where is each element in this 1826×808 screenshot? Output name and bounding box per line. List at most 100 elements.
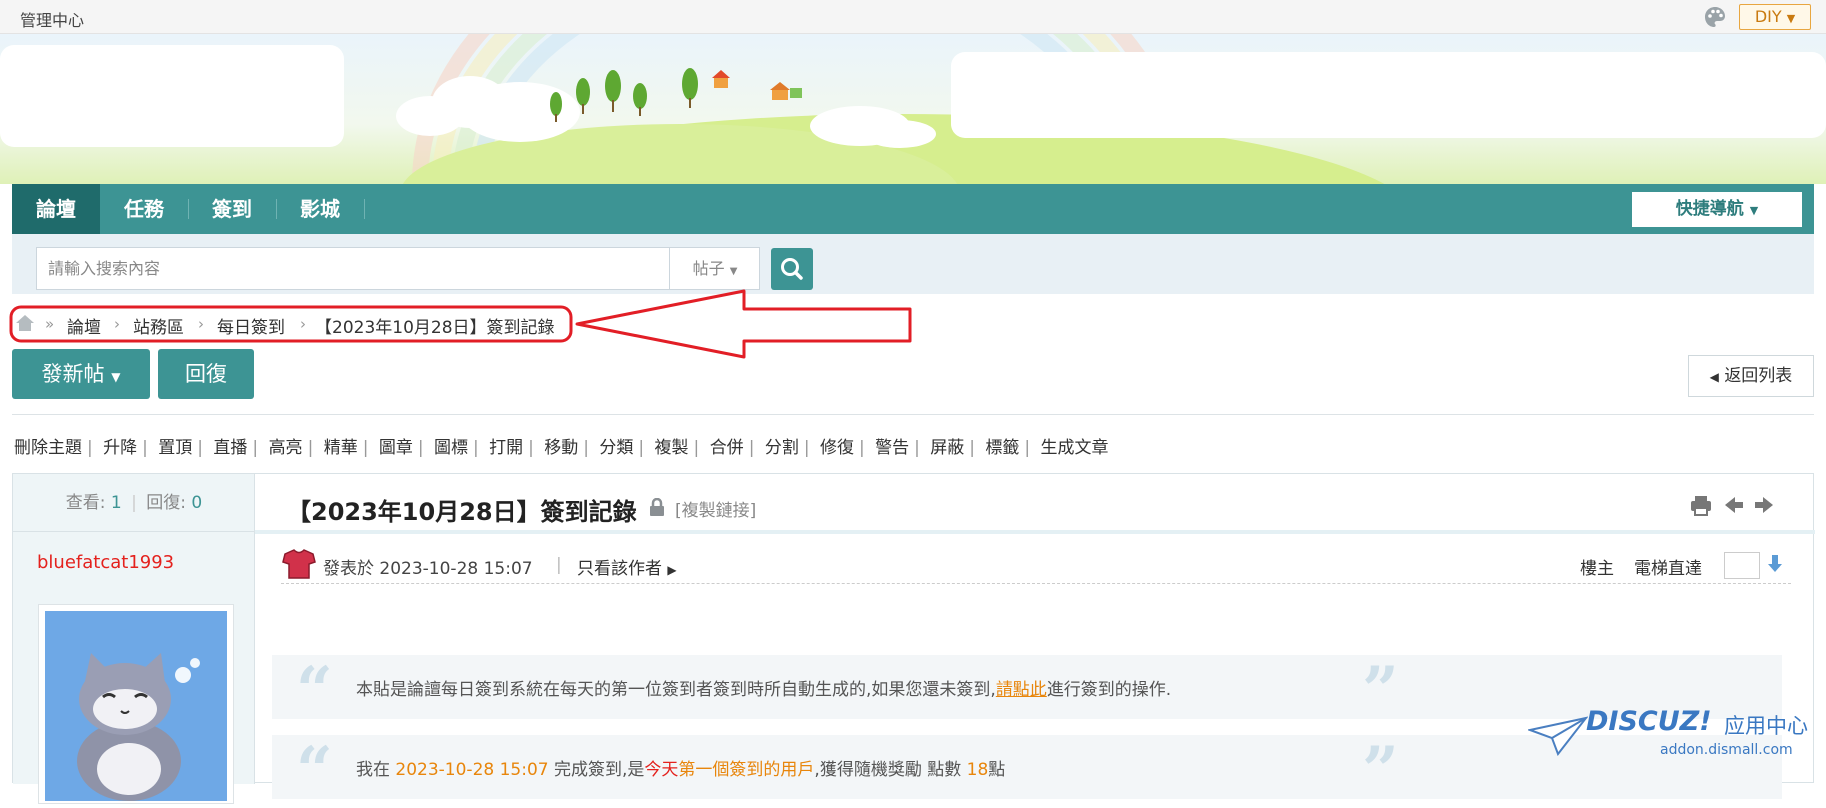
checkin-time: 2023-10-28 15:07 (395, 760, 549, 780)
breadcrumb-separator-icon: » (45, 315, 55, 333)
only-author-link[interactable]: 只看該作者 ▶ (577, 554, 677, 579)
search-type-label: 帖子 (692, 259, 725, 278)
today-text: 今天 (644, 760, 679, 780)
avatar[interactable] (38, 604, 234, 804)
floor-label: 樓主 (1580, 559, 1614, 579)
search-button[interactable] (771, 248, 813, 290)
mod-action-move[interactable]: 移動 (544, 433, 578, 458)
mod-action-generate-article[interactable]: 生成文章 (1041, 433, 1109, 458)
mod-separator: | (472, 438, 479, 458)
search-input[interactable] (37, 248, 667, 289)
nav-item-cinema[interactable]: 影城 (276, 184, 364, 234)
mod-action-tag[interactable]: 標籤 (985, 433, 1019, 458)
mod-action-split[interactable]: 分割 (765, 433, 799, 458)
mod-action-open[interactable]: 打開 (489, 433, 523, 458)
mod-action-repair[interactable]: 修復 (820, 433, 854, 458)
nav-item-label: 影城 (300, 197, 340, 221)
caret-down-icon: ▼ (729, 266, 738, 277)
breadcrumb-forum[interactable]: 論壇 (67, 313, 101, 338)
breadcrumb-site-affairs[interactable]: 站務區 (133, 313, 184, 338)
mod-action-icon[interactable]: 圖標 (434, 433, 468, 458)
mod-separator: | (362, 438, 369, 458)
admin-center-link[interactable]: 管理中心 (20, 7, 84, 31)
mod-separator: | (748, 438, 755, 458)
home-icon[interactable] (15, 314, 35, 332)
mod-action-stamp[interactable]: 圖章 (379, 433, 413, 458)
nav-item-checkin[interactable]: 簽到 (188, 184, 276, 234)
checkin-record-text: 我在 2023-10-28 15:07 完成簽到,是今天第一個簽到的用戶,獲得隨… (356, 755, 1005, 780)
close-quote-icon: ” (1362, 653, 1399, 728)
title-divider (255, 530, 1815, 534)
nav-separator (364, 199, 365, 219)
author-username[interactable]: bluefatcat1993 (37, 552, 174, 573)
post-meta: 發表於 2023-10-28 15:07 | 只看該作者 ▶ 樓主 電梯直達 (281, 548, 1791, 584)
nav-item-forum[interactable]: 論壇 (12, 184, 100, 234)
breadcrumb-separator-icon: › (300, 315, 306, 333)
mod-separator: | (969, 438, 975, 458)
caret-down-icon: ▼ (111, 370, 121, 384)
reply-label: 回復 (185, 362, 227, 386)
search-box: 帖子 ▼ (36, 247, 760, 290)
mod-action-delete[interactable]: 刪除主題 (14, 433, 82, 458)
caret-right-icon: ▶ (667, 563, 677, 577)
top-bar: 管理中心 DIY ▼ (0, 0, 1826, 34)
nav-item-label: 簽到 (212, 197, 252, 221)
caret-down-icon: ▼ (1749, 204, 1759, 217)
new-post-label: 發新帖 (41, 362, 105, 386)
shirt-icon (282, 549, 316, 579)
mod-separator: | (638, 438, 645, 458)
mod-action-category[interactable]: 分類 (599, 433, 633, 458)
mod-action-ban[interactable]: 屏蔽 (930, 433, 964, 458)
author-sidebar: 查看: 1 | 回復: 0 bluefatcat1993 (13, 474, 255, 804)
new-post-button[interactable]: 發新帖 ▼ (12, 349, 150, 399)
diy-button[interactable]: DIY ▼ (1739, 4, 1811, 30)
points-unit: 點 (988, 760, 1006, 780)
mod-action-warn[interactable]: 警告 (875, 433, 909, 458)
elevator-label: 電梯直達 (1634, 559, 1702, 579)
mod-separator: | (693, 438, 700, 458)
mod-separator: | (583, 438, 589, 458)
notice-text: 本貼是論譠每日簽到系統在每天的第一位簽到者簽到時所自動生成的,如果您還未簽到, (356, 680, 996, 700)
arrow-down-icon[interactable] (1767, 554, 1783, 574)
reply-button[interactable]: 回復 (158, 349, 254, 399)
search-type-select[interactable]: 帖子 ▼ (669, 248, 760, 289)
breadcrumb-daily-checkin[interactable]: 每日簽到 (217, 313, 285, 338)
checkin-notice-text: 本貼是論譠每日簽到系統在每天的第一位簽到者簽到時所自動生成的,如果您還未簽到,請… (356, 675, 1171, 700)
mod-action-live[interactable]: 直播 (213, 433, 247, 458)
click-here-link[interactable]: 請點此 (996, 680, 1047, 700)
mod-action-merge[interactable]: 合併 (710, 433, 744, 458)
elevator-input[interactable] (1724, 552, 1760, 579)
search-bar: 帖子 ▼ (12, 234, 1814, 294)
open-quote-icon: “ (296, 733, 333, 808)
breadcrumb-current-thread[interactable]: 【2023年10月28日】簽到記錄 (315, 313, 555, 338)
nav-item-tasks[interactable]: 任務 (100, 184, 188, 234)
watermark-brand-cn: 应用中心 (1724, 714, 1808, 738)
watermark-site: addon.dismall.com (1660, 742, 1793, 758)
mod-action-sticky[interactable]: 置頂 (158, 433, 192, 458)
paper-plane-icon (1528, 716, 1588, 756)
diy-label: DIY (1754, 7, 1782, 26)
mod-separator: | (528, 438, 534, 458)
caret-down-icon: ▼ (1786, 12, 1796, 25)
mod-separator: | (87, 438, 93, 458)
quick-nav-button[interactable]: 快捷導航 ▼ (1632, 192, 1802, 227)
thread-title: 【2023年10月28日】簽到記錄 (287, 498, 637, 526)
replies-label: 回復: (146, 493, 186, 513)
mod-separator: | (914, 438, 920, 458)
print-icon[interactable] (1691, 496, 1711, 516)
previous-thread-icon[interactable] (1725, 497, 1743, 513)
palette-icon[interactable] (1704, 6, 1726, 28)
next-thread-icon[interactable] (1755, 497, 1773, 513)
mod-action-highlight[interactable]: 高亮 (269, 433, 303, 458)
notice-text-end: 進行簽到的操作. (1046, 680, 1172, 700)
mod-action-digest[interactable]: 精華 (324, 433, 358, 458)
mod-action-bump[interactable]: 升降 (103, 433, 137, 458)
open-quote-icon: “ (296, 653, 333, 728)
header-banner (0, 34, 1826, 184)
copy-link[interactable]: [複製鏈接] (675, 496, 756, 521)
nav-item-label: 論壇 (36, 197, 76, 221)
search-icon (781, 258, 803, 280)
mod-action-copy[interactable]: 複製 (655, 433, 689, 458)
back-to-list-button[interactable]: ◀ 返回列表 (1688, 355, 1814, 397)
main-nav: 論壇 任務 簽到 影城 快捷導航 ▼ (12, 184, 1814, 234)
